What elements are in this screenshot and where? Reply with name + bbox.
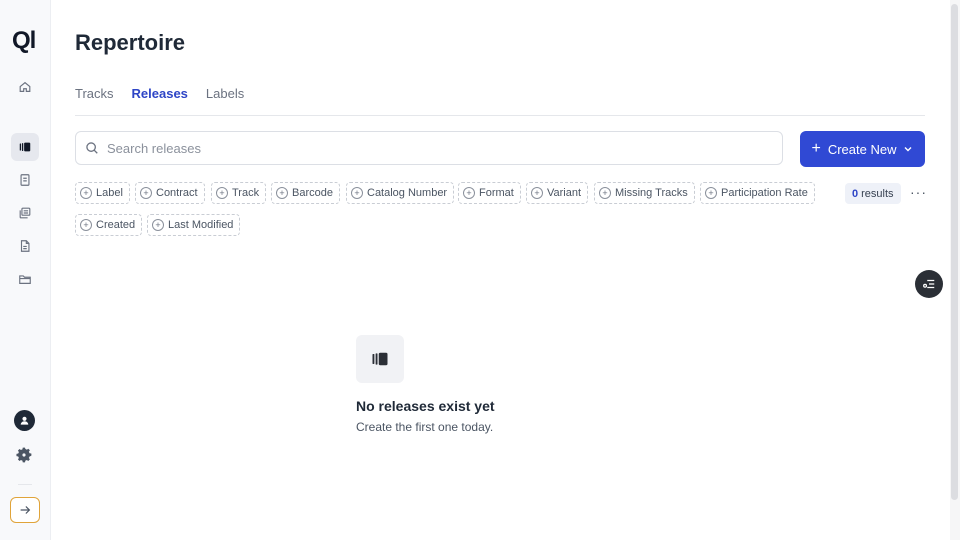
home-icon[interactable]	[11, 73, 39, 101]
filter-chip-participation-rate[interactable]: + Participation Rate	[700, 182, 815, 204]
plus-icon: +	[811, 140, 821, 157]
search-box[interactable]	[75, 131, 783, 165]
document-icon[interactable]	[11, 166, 39, 194]
plus-circle-icon: +	[152, 219, 164, 231]
tabs-divider	[75, 115, 925, 116]
releases-icon[interactable]	[11, 133, 39, 161]
sidebar-divider	[18, 484, 32, 485]
filter-chip-barcode[interactable]: + Barcode	[271, 182, 340, 204]
releases-empty-icon	[356, 335, 404, 383]
search-input[interactable]	[105, 139, 782, 157]
more-options-icon[interactable]: ···	[910, 184, 927, 200]
app-logo[interactable]: Ql	[12, 29, 36, 53]
file-icon[interactable]	[11, 232, 39, 260]
empty-state-title: No releases exist yet	[356, 398, 495, 414]
filter-chip-label[interactable]: + Label	[75, 182, 130, 204]
search-icon	[86, 142, 98, 154]
filter-chip-created[interactable]: + Created	[75, 214, 143, 236]
filter-chip-catalog-number[interactable]: + Catalog Number	[346, 182, 455, 204]
filter-chip-format[interactable]: + Format	[458, 182, 521, 204]
page-title: Repertoire	[75, 30, 186, 55]
plus-circle-icon: +	[80, 187, 92, 199]
folder-icon[interactable]	[11, 265, 39, 293]
filter-chip-missing-tracks[interactable]: + Missing Tracks	[594, 182, 695, 204]
scrollbar-thumb[interactable]	[951, 4, 958, 500]
chevron-down-icon	[904, 147, 912, 152]
filter-settings-button[interactable]	[915, 270, 943, 298]
empty-state-subtitle: Create the first one today.	[356, 420, 494, 434]
tab-labels[interactable]: Labels	[206, 86, 244, 107]
filter-chip-contract[interactable]: + Contract	[135, 182, 205, 204]
plus-circle-icon: +	[80, 219, 92, 231]
sidebar: Ql	[0, 0, 51, 540]
tab-bar: Tracks Releases Labels	[75, 86, 244, 107]
plus-circle-icon: +	[351, 187, 363, 199]
stack-icon[interactable]	[11, 199, 39, 227]
tab-tracks[interactable]: Tracks	[75, 86, 114, 107]
arrow-right-icon	[20, 506, 31, 514]
filter-chip-track[interactable]: + Track	[211, 182, 267, 204]
plus-circle-icon: +	[599, 187, 611, 199]
results-count-badge: 0 results	[845, 183, 901, 204]
plus-circle-icon: +	[531, 187, 543, 199]
plus-circle-icon: +	[463, 187, 475, 199]
expand-sidebar-button[interactable]	[10, 497, 40, 523]
list-settings-icon	[923, 279, 935, 289]
results-count: 0	[852, 187, 859, 200]
results-label: results	[861, 187, 894, 200]
tab-releases[interactable]: Releases	[132, 86, 188, 107]
plus-circle-icon: +	[705, 187, 717, 199]
plus-circle-icon: +	[276, 187, 288, 199]
filter-chip-variant[interactable]: + Variant	[526, 182, 589, 204]
gear-icon[interactable]	[15, 446, 33, 464]
plus-circle-icon: +	[216, 187, 228, 199]
create-new-button[interactable]: + Create New	[800, 131, 925, 167]
create-new-label: Create New	[827, 141, 897, 157]
user-avatar[interactable]	[14, 410, 35, 431]
filter-chip-last-modified[interactable]: + Last Modified	[147, 214, 241, 236]
plus-circle-icon: +	[140, 187, 152, 199]
